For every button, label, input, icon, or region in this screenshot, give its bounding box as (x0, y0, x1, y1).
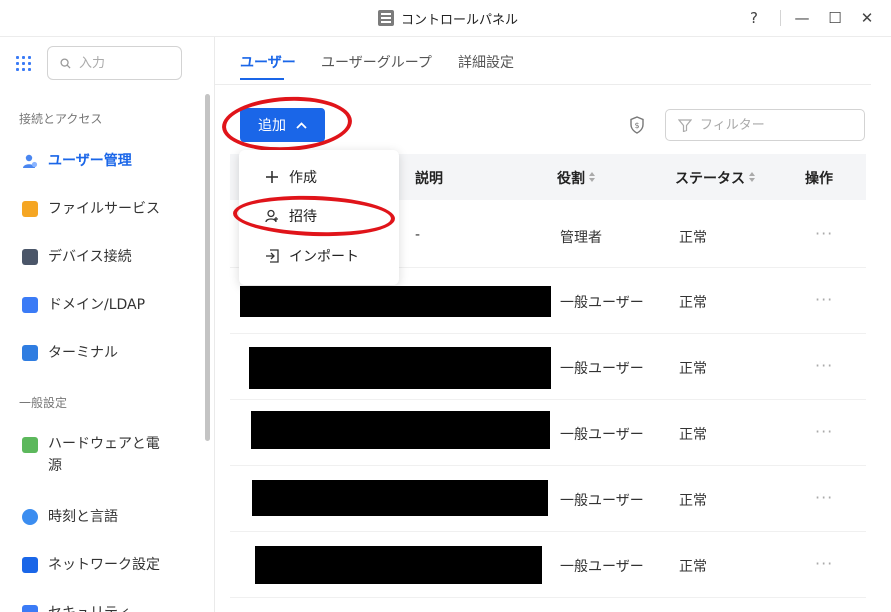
row-status: 正常 (679, 493, 707, 509)
window-title-group: コントロールパネル (378, 9, 519, 28)
import-icon (266, 249, 279, 263)
sidebar-item-time-language[interactable]: 時刻と言語 (0, 497, 205, 537)
sidebar-item-label: ユーザー管理 (48, 153, 132, 169)
title-separator (780, 10, 781, 26)
more-actions-icon[interactable]: ··· (815, 356, 833, 375)
sidebar-item-label: ネットワーク設定 (48, 557, 160, 573)
device-icon (22, 249, 38, 265)
sidebar-item-domain-ldap[interactable]: ドメイン/LDAP (0, 285, 205, 325)
row-role: 一般ユーザー (560, 559, 644, 575)
title-bar: コントロールパネル ? — ☐ ✕ (0, 0, 891, 37)
more-actions-icon[interactable]: ··· (815, 488, 833, 507)
user-management-icon (22, 153, 38, 169)
section-title-general: 一般設定 (19, 396, 68, 410)
minimize-button[interactable]: — (792, 8, 812, 28)
redacted-block (255, 546, 542, 584)
active-tab-indicator (240, 78, 284, 80)
column-header-status[interactable]: ステータス (675, 168, 756, 188)
app-grid-icon[interactable] (16, 56, 31, 71)
sidebar-search[interactable] (47, 46, 182, 80)
window-title: コントロールパネル (401, 12, 519, 28)
sidebar-item-hardware-power[interactable]: ハードウェアと電 源 (0, 425, 205, 477)
sidebar-item-file-services[interactable]: ファイルサービス (0, 189, 205, 229)
row-status: 正常 (679, 427, 707, 443)
tab-users[interactable]: ユーザー (240, 52, 296, 72)
column-header-actions: 操作 (805, 171, 833, 187)
row-role: 管理者 (560, 230, 602, 246)
row-role: 一般ユーザー (560, 427, 644, 443)
menu-item-create[interactable]: 作成 (239, 159, 399, 195)
maximize-button[interactable]: ☐ (825, 8, 845, 28)
sidebar-item-network[interactable]: ネットワーク設定 (0, 545, 205, 585)
column-header-role[interactable]: 役割 (557, 168, 596, 188)
help-button[interactable]: ? (744, 8, 764, 28)
row-status: 正常 (679, 295, 707, 311)
sort-icon[interactable] (589, 172, 596, 184)
sidebar-item-user-management[interactable]: ユーザー管理 (0, 141, 205, 181)
row-role: 一般ユーザー (560, 361, 644, 377)
sidebar-item-label: デバイス接続 (48, 249, 132, 265)
more-actions-icon[interactable]: ··· (815, 290, 833, 309)
more-actions-icon[interactable]: ··· (815, 422, 833, 441)
sidebar-item-security[interactable]: セキュリティ (0, 593, 205, 612)
terminal-icon (22, 345, 38, 361)
folder-icon (22, 201, 38, 217)
shield-icon[interactable]: $ (629, 116, 645, 134)
redacted-block (251, 411, 550, 449)
section-title-connection: 接続とアクセス (19, 112, 103, 126)
close-button[interactable]: ✕ (857, 8, 877, 28)
sidebar-item-terminal[interactable]: ターミナル (0, 333, 205, 373)
menu-item-label: 作成 (289, 170, 317, 186)
more-actions-icon[interactable]: ··· (815, 554, 833, 573)
column-header-description: 説明 (415, 171, 443, 187)
redacted-block (240, 286, 551, 317)
sidebar: 接続とアクセス ユーザー管理 ファイルサービス デバイス接続 ドメイン/LDAP… (0, 37, 215, 612)
security-icon (22, 605, 38, 612)
tab-advanced-settings[interactable]: 詳細設定 (458, 52, 514, 72)
sidebar-item-label: ターミナル (48, 345, 118, 361)
plus-icon (266, 171, 278, 183)
redacted-block (249, 347, 551, 389)
sidebar-item-label: 時刻と言語 (48, 509, 118, 525)
filter-box[interactable] (665, 109, 865, 141)
sort-icon[interactable] (749, 172, 756, 184)
search-icon (60, 57, 71, 69)
hardware-power-icon (22, 437, 38, 453)
sidebar-item-label: ハードウェアと電 (48, 436, 160, 452)
sidebar-scrollbar[interactable] (205, 94, 210, 441)
redacted-block (252, 480, 548, 516)
menu-item-import[interactable]: インポート (239, 238, 399, 274)
more-actions-icon[interactable]: ··· (815, 224, 833, 243)
filter-input[interactable] (700, 117, 850, 133)
row-status: 正常 (679, 559, 707, 575)
tabs-divider (215, 84, 871, 85)
domain-icon (22, 297, 38, 313)
svg-text:$: $ (634, 121, 639, 130)
sidebar-item-label: ドメイン/LDAP (48, 297, 146, 313)
search-input[interactable] (79, 55, 169, 71)
sidebar-item-label: ファイルサービス (48, 201, 160, 217)
control-panel-icon (378, 10, 394, 26)
row-status: 正常 (679, 230, 707, 246)
menu-item-label: インポート (289, 249, 359, 265)
annotation-circle-add (220, 93, 354, 155)
sidebar-item-label: セキュリティ (48, 602, 131, 612)
sidebar-item-device-connection[interactable]: デバイス接続 (0, 237, 205, 277)
filter-icon (678, 118, 692, 132)
row-status: 正常 (679, 361, 707, 377)
tab-user-groups[interactable]: ユーザーグループ (321, 52, 432, 72)
sidebar-item-label-line2: 源 (48, 458, 62, 474)
globe-icon (22, 509, 38, 525)
row-role: 一般ユーザー (560, 493, 644, 509)
row-role: 一般ユーザー (560, 295, 644, 311)
network-icon (22, 557, 38, 573)
row-description: - (415, 227, 421, 243)
